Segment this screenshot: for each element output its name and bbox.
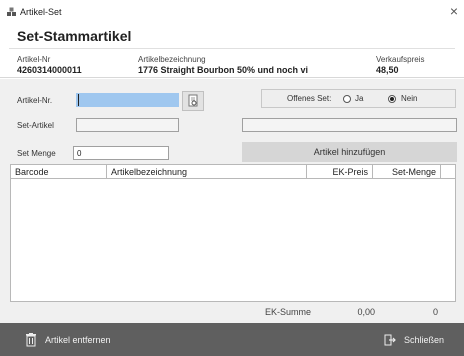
remove-article-button[interactable]: Artikel entfernen (25, 323, 111, 356)
set-menge-sum: 0 (432, 307, 438, 317)
radio-ja-label: Ja (355, 94, 364, 103)
bezeichnung-value: 1776 Straight Bourbon 50% und noch vi (138, 65, 309, 75)
col-barcode[interactable]: Barcode (11, 165, 107, 179)
artikel-nr-value: 4260314000011 (17, 65, 82, 75)
set-artikel-input[interactable] (76, 118, 179, 132)
box-stack-icon (7, 7, 16, 16)
footer-bar: Artikel entfernen Schließen (0, 323, 464, 356)
text-caret (78, 94, 79, 106)
radio-nein[interactable] (388, 95, 396, 103)
preis-label: Verkaufspreis (376, 55, 425, 64)
preis-value: 48,50 (376, 65, 399, 75)
set-menge-input[interactable]: 0 (73, 146, 169, 160)
remove-article-label: Artikel entfernen (45, 334, 111, 345)
window-titlebar: Artikel-Set × (0, 0, 464, 22)
artikel-nr-input[interactable] (76, 93, 179, 107)
ek-summe-label: EK-Summe (265, 307, 312, 317)
offenes-set-group: Offenes Set: Ja Nein (261, 89, 456, 108)
header: Set-Stammartikel (0, 26, 464, 46)
article-picker-button[interactable] (182, 91, 204, 111)
col-ek-preis[interactable]: EK-Preis (307, 165, 373, 179)
col-artikelbezeichnung[interactable]: Artikelbezeichnung (107, 165, 307, 179)
add-article-button[interactable]: Artikel hinzufügen (242, 142, 457, 162)
page-title: Set-Stammartikel (17, 28, 132, 44)
artikel-nr-label: Artikel-Nr (17, 55, 51, 64)
artikel-nr-field-label: Artikel-Nr. (17, 96, 53, 105)
radio-nein-label: Nein (401, 94, 418, 103)
close-button[interactable]: Schließen (384, 323, 444, 356)
ek-summe-value: 0,00 (357, 307, 375, 317)
set-articles-table[interactable]: Barcode Artikelbezeichnung EK-Preis Set-… (10, 164, 456, 302)
close-icon[interactable]: × (450, 3, 458, 19)
offenes-set-label: Offenes Set: (287, 94, 332, 103)
close-label: Schließen (404, 334, 445, 345)
article-info: Artikel-Nr 4260314000011 Artikelbezeichn… (0, 52, 464, 78)
document-search-icon (188, 94, 198, 107)
exit-icon (384, 334, 396, 345)
bezeichnung-label: Artikelbezeichnung (138, 55, 206, 64)
col-set-menge[interactable]: Set-Menge (373, 165, 441, 179)
set-menge-label: Set Menge (17, 149, 56, 158)
trash-icon (26, 332, 36, 346)
header-divider (9, 48, 455, 49)
set-artikel-description (242, 118, 457, 132)
set-artikel-label: Set-Artikel (17, 121, 54, 130)
table-header: Barcode Artikelbezeichnung EK-Preis Set-… (11, 165, 455, 179)
radio-ja[interactable] (343, 95, 351, 103)
window-title: Artikel-Set (20, 7, 62, 17)
